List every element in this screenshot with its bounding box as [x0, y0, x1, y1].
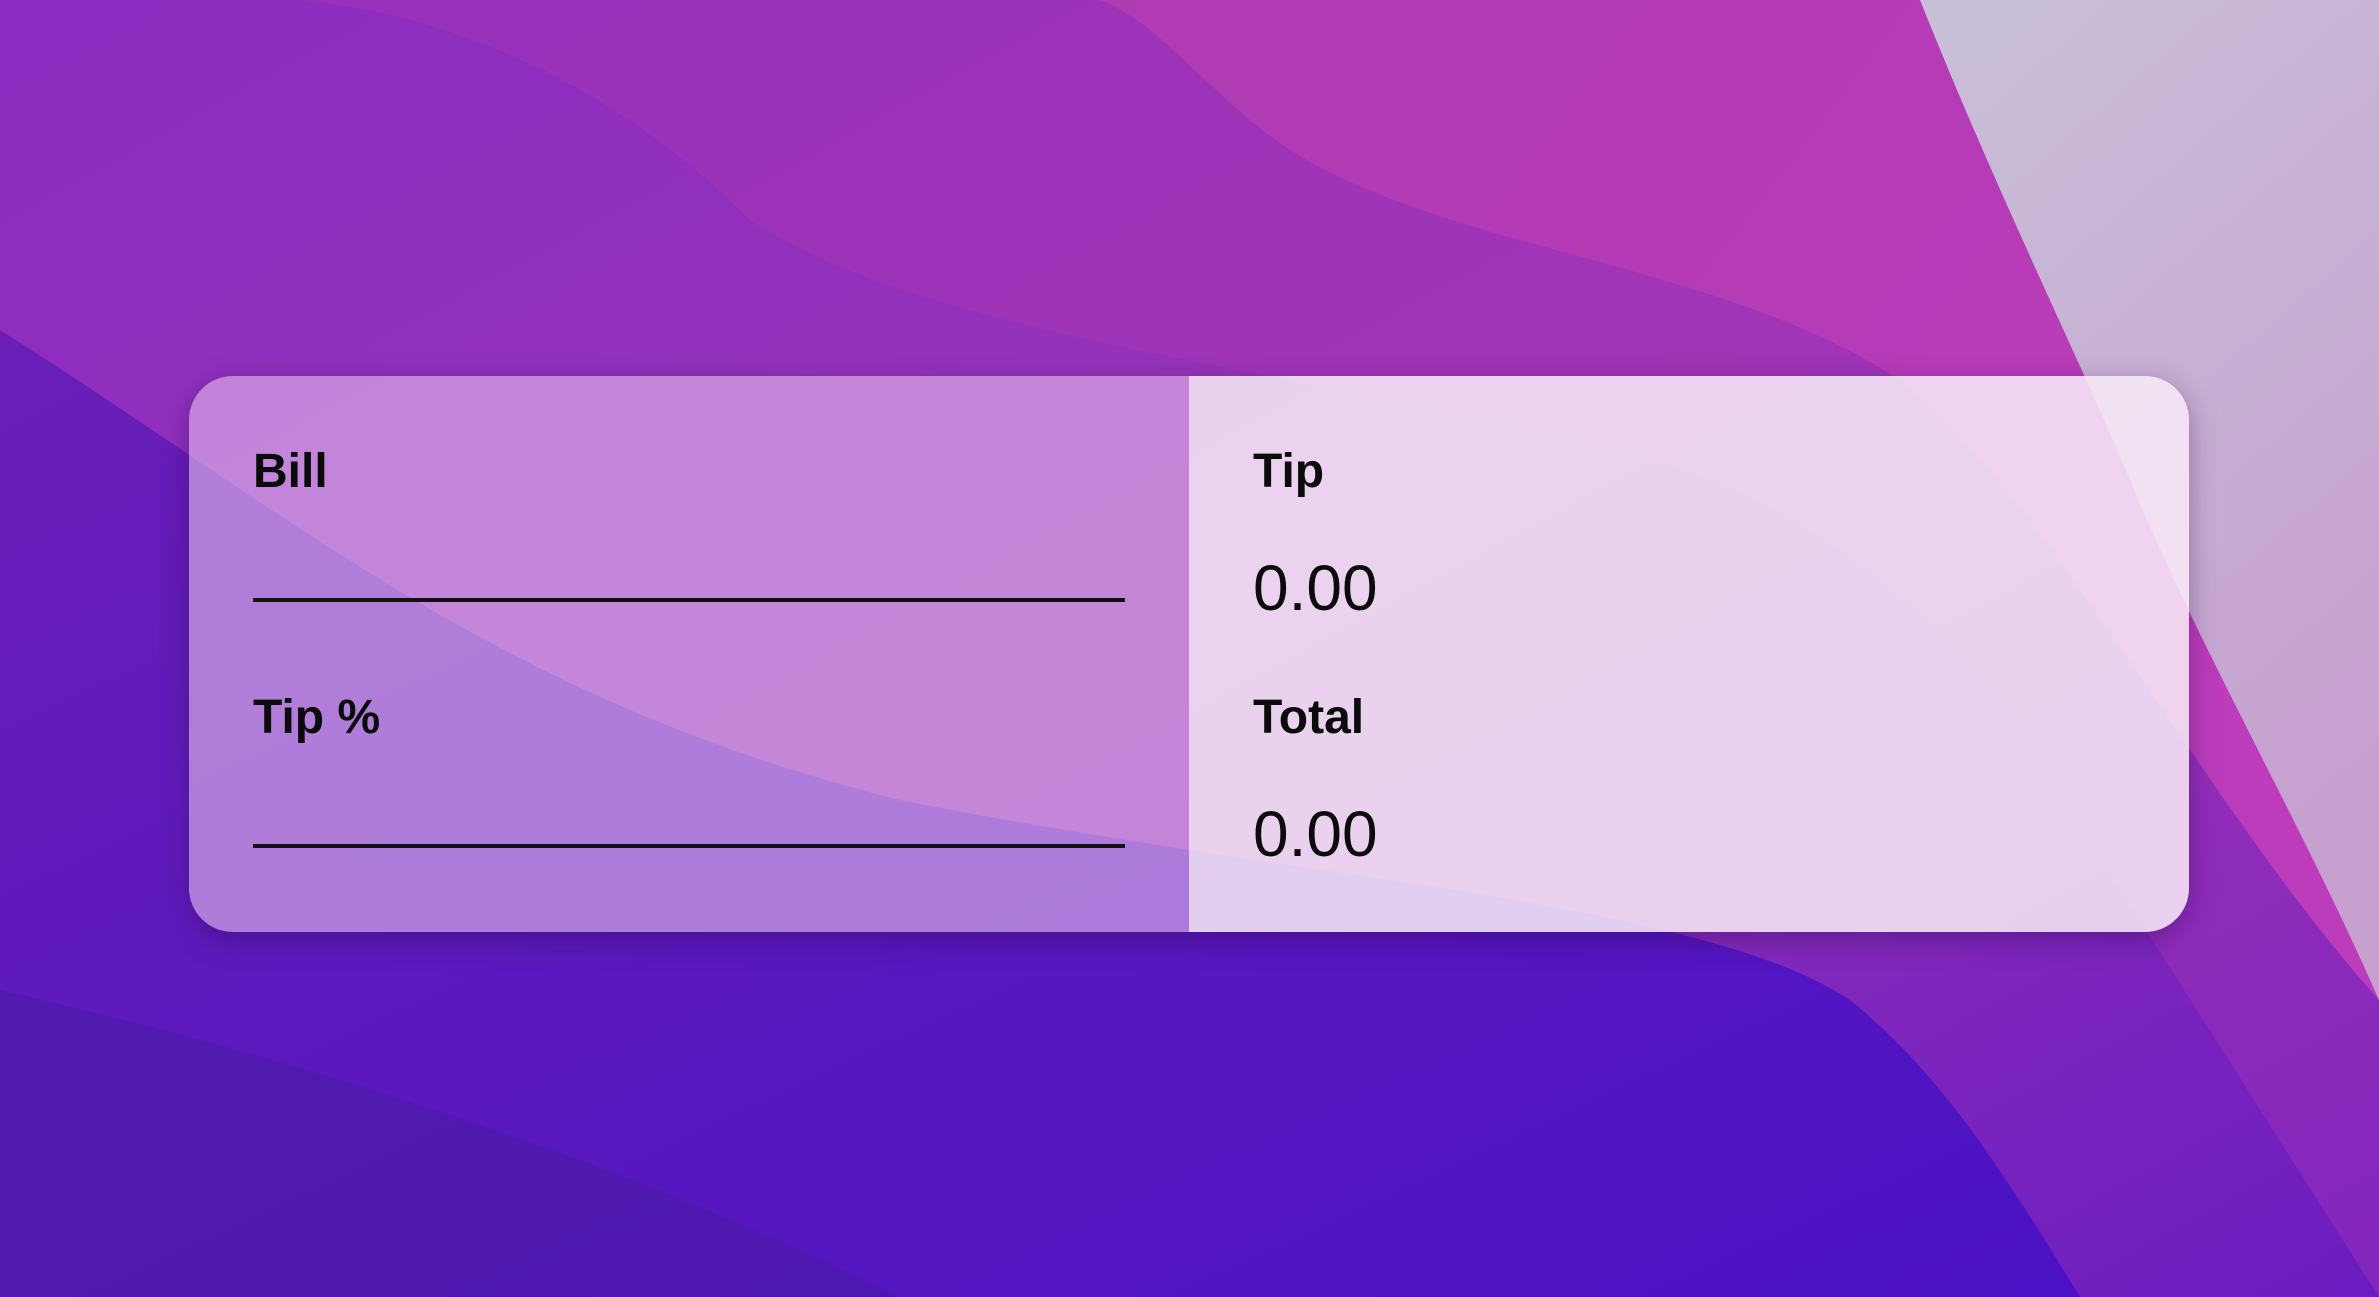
- tip-label: Tip: [1253, 445, 1325, 498]
- bill-label: Bill: [253, 445, 328, 498]
- tip-percent-input[interactable]: [253, 786, 1125, 848]
- total-value: 0.00: [1253, 798, 1378, 870]
- output-pane: Tip 0.00 Total 0.00: [1189, 376, 2189, 932]
- tip-calculator-card: Bill Tip % Tip 0.00 Total 0.00: [189, 376, 2189, 932]
- tip-percent-label: Tip %: [253, 691, 381, 744]
- input-pane: Bill Tip %: [189, 376, 1189, 932]
- total-label: Total: [1253, 691, 1365, 744]
- bill-input[interactable]: [253, 540, 1125, 602]
- tip-value: 0.00: [1253, 552, 1378, 624]
- desktop: Bill Tip % Tip 0.00 Total 0.00: [0, 0, 2379, 1297]
